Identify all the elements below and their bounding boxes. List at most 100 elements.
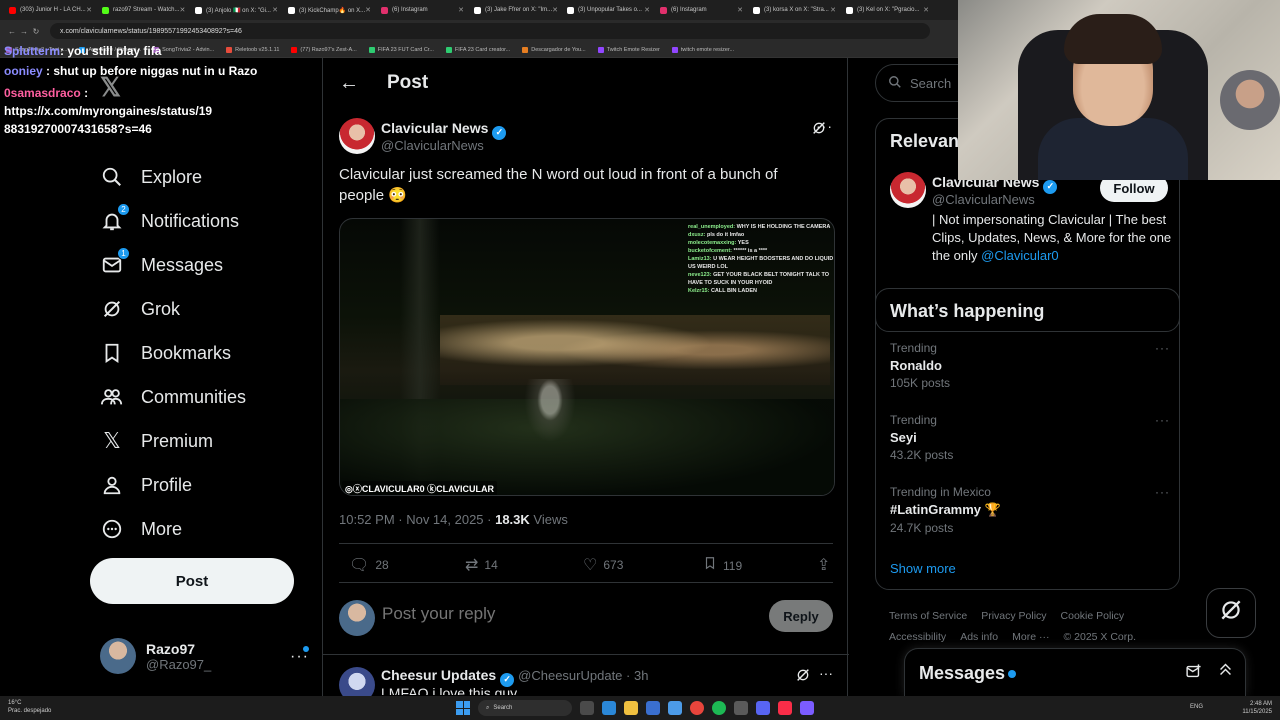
nav-premium[interactable]: 𝕏 Premium — [100, 423, 213, 459]
trend-item[interactable]: Trending in Mexico #LatinGrammy 🏆 24.7K … — [890, 485, 1170, 541]
close-icon[interactable]: ✕ — [272, 6, 278, 14]
browser-tab[interactable]: (3) Kel on X: "Pgracio... ✕ — [841, 2, 934, 18]
bookmark-item[interactable]: Reletoob v25.1.11 — [226, 46, 279, 53]
nav-notifications[interactable]: 2 Notifications — [100, 203, 239, 239]
chrome-icon[interactable] — [690, 701, 704, 715]
trend-item[interactable]: Trending Seyi 43.2K posts ··· — [890, 413, 1170, 469]
browser-tab[interactable]: (3) korsa X on X: "Stra... ✕ — [748, 2, 841, 18]
relevant-handle[interactable]: @ClavicularNews — [932, 192, 1035, 207]
avatar[interactable] — [890, 172, 926, 208]
windows-start-icon[interactable] — [456, 701, 470, 715]
spotify-icon[interactable] — [712, 701, 726, 715]
store-icon[interactable] — [646, 701, 660, 715]
bookmark-item[interactable]: twitch emote resizer... — [671, 46, 734, 53]
browser-tab[interactable]: (6) Instagram ✕ — [655, 2, 748, 18]
weather-widget[interactable]: 16°C Prac. despejado — [8, 699, 51, 715]
grok-icon — [100, 297, 124, 321]
close-icon[interactable]: ✕ — [552, 6, 558, 14]
notification-badge: 2 — [117, 203, 130, 216]
close-icon[interactable]: ✕ — [365, 6, 371, 14]
reply-tweet[interactable]: Cheesur Updates ✓ @CheesurUpdate · 3h LMFA… — [323, 654, 849, 703]
nav-grok[interactable]: Grok — [100, 291, 180, 327]
browser-tab[interactable]: (3) Jake Ffrer on X: "Im... ✕ — [469, 2, 562, 18]
footer-link[interactable]: Ads info — [960, 631, 998, 643]
footer-link[interactable]: Privacy Policy — [981, 610, 1046, 622]
reply-author-name[interactable]: Cheesur Updates — [381, 667, 496, 683]
share-action[interactable]: ⇪ — [817, 555, 836, 575]
footer-link[interactable]: More ··· — [1012, 631, 1049, 643]
back-arrow-icon[interactable]: ← — [339, 72, 359, 95]
footer-link[interactable]: Cookie Policy — [1061, 610, 1125, 622]
repost-action[interactable]: ⇄ 14 — [465, 555, 498, 575]
avatar[interactable] — [339, 118, 375, 154]
grok-icon[interactable] — [795, 667, 811, 688]
browser-tab[interactable]: (3) Anjolo 🇮🇹 on X: "Gi... ✕ — [190, 2, 283, 18]
video-chat-overlay: real_unemployed: WHY IS HE HOLDING THE C… — [688, 224, 834, 294]
back-icon[interactable]: ← — [6, 27, 18, 36]
close-icon[interactable]: ✕ — [86, 6, 92, 14]
browser-tab[interactable]: (303) Junior H - LA CH... ✕ — [4, 2, 97, 18]
account-switcher[interactable]: Razo97 @Razo97_ ··· — [100, 638, 309, 674]
bookmark-item[interactable]: SongTrivia2 - Advin... — [153, 46, 214, 53]
browser-tab[interactable]: (3) KickChamp🔥 on X... ✕ — [283, 2, 376, 18]
chat-line: 0samasdraco : — [4, 86, 89, 100]
reply-button[interactable]: Reply — [769, 600, 833, 632]
browser-tab[interactable]: razo97 Stream - Watch... ✕ — [97, 2, 190, 18]
grok-floating-button[interactable] — [1206, 588, 1256, 638]
close-icon[interactable]: ✕ — [179, 6, 185, 14]
more-dots-icon[interactable]: ··· — [819, 665, 833, 681]
more-dots-icon[interactable]: ··· — [1155, 485, 1170, 499]
url-field[interactable]: x.com/clavicularnews/status/198955719924… — [50, 23, 930, 39]
close-icon[interactable]: ✕ — [644, 6, 650, 14]
bookmark-item[interactable]: Descargador de You... — [522, 46, 586, 53]
more-dots-icon[interactable]: ··· — [1155, 413, 1170, 427]
nav-more[interactable]: More — [100, 511, 182, 547]
post-button[interactable]: Post — [90, 558, 294, 604]
like-action[interactable]: ♡ 673 — [583, 555, 623, 575]
system-clock[interactable]: 2:48 AM 11/15/2025 — [1242, 700, 1272, 716]
trend-item[interactable]: Trending Ronaldo 105K posts ··· — [890, 341, 1170, 397]
file-explorer-icon[interactable] — [624, 701, 638, 715]
app-icon[interactable] — [668, 701, 682, 715]
more-dots-icon[interactable]: ··· — [816, 118, 833, 134]
nav-profile[interactable]: Profile — [100, 467, 192, 503]
compose-message-icon[interactable] — [1185, 663, 1202, 685]
forward-icon[interactable]: → — [18, 27, 30, 36]
messages-drawer[interactable]: Messages — [904, 648, 1246, 696]
footer-link[interactable]: Accessibility — [889, 631, 946, 643]
bookmark-item[interactable]: Twitch Emote Resizer — [597, 46, 660, 53]
reload-icon[interactable]: ↻ — [30, 27, 42, 36]
more-dots-icon[interactable]: ··· — [1155, 341, 1170, 355]
close-icon[interactable]: ✕ — [458, 6, 464, 14]
bookmark-action[interactable]: 119 — [703, 555, 742, 576]
nav-bookmarks[interactable]: Bookmarks — [100, 335, 231, 371]
task-view-icon[interactable] — [580, 701, 594, 715]
author-handle[interactable]: @ClavicularNews — [381, 138, 484, 153]
language-indicator[interactable]: ENG — [1190, 704, 1203, 710]
music-icon[interactable] — [778, 701, 792, 715]
close-icon[interactable]: ✕ — [923, 6, 929, 14]
browser-tab[interactable]: (3) Unpopular Takes o... ✕ — [562, 2, 655, 18]
reply-action[interactable]: 🗨 28 — [349, 555, 389, 575]
nav-messages[interactable]: 1 Messages — [100, 247, 223, 283]
edge-icon[interactable] — [602, 701, 616, 715]
expand-icon[interactable] — [1217, 661, 1234, 683]
bookmark-item[interactable]: (77) Razo97's Zest-A... — [291, 46, 357, 53]
close-icon[interactable]: ✕ — [737, 6, 743, 14]
nav-explore[interactable]: Explore — [100, 159, 202, 195]
discord-icon[interactable] — [756, 701, 770, 715]
post-video[interactable]: real_unemployed: WHY IS HE HOLDING THE C… — [339, 218, 835, 496]
obs-icon[interactable] — [800, 701, 814, 715]
app-icon[interactable] — [734, 701, 748, 715]
footer-link[interactable]: Terms of Service — [889, 610, 967, 622]
close-icon[interactable]: ✕ — [830, 6, 836, 14]
bookmark-item[interactable]: FIFA 23 Card creator... — [445, 46, 510, 53]
x-icon — [846, 6, 853, 14]
browser-tab[interactable]: (6) Instagram ✕ — [376, 2, 469, 18]
show-more-link[interactable]: Show more — [890, 561, 956, 576]
nav-communities[interactable]: Communities — [100, 379, 246, 415]
taskbar-search[interactable]: ⌕ Search — [478, 700, 572, 716]
reply-input[interactable] — [382, 604, 682, 624]
bookmark-item[interactable]: FIFA 23 FUT Card Cr... — [368, 46, 434, 53]
author-name[interactable]: Clavicular News — [381, 120, 488, 136]
